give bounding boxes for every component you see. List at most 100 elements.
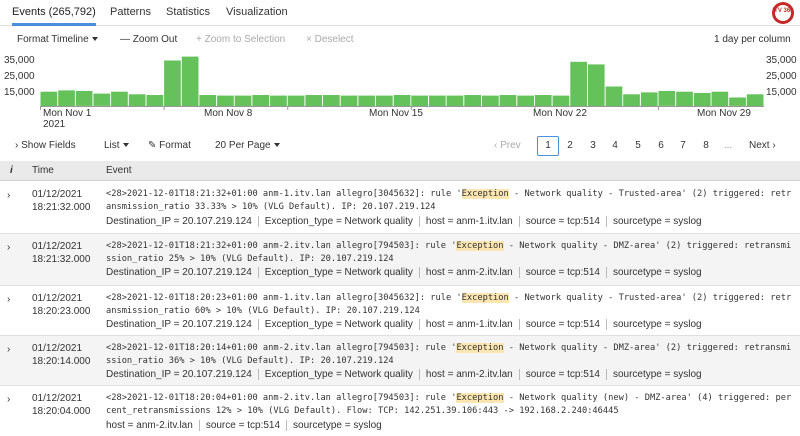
list-dropdown[interactable]: List: [104, 140, 129, 151]
page-button-2[interactable]: 2: [564, 136, 576, 156]
timeline-bar[interactable]: [534, 95, 552, 106]
page-button-1[interactable]: 1: [537, 136, 559, 156]
expand-row-icon[interactable]: ›: [7, 394, 10, 405]
expand-row-icon[interactable]: ›: [7, 294, 10, 305]
page-button-8[interactable]: 8: [700, 136, 712, 156]
highlighted-term[interactable]: Exception: [456, 241, 504, 251]
field-host[interactable]: host = anm-1.itv.lan: [426, 216, 513, 227]
field-source[interactable]: source = tcp:514: [526, 216, 600, 227]
timeline-bar[interactable]: [411, 95, 428, 106]
timeline-bar[interactable]: [658, 91, 676, 106]
highlighted-term[interactable]: Exception: [461, 189, 509, 199]
timeline-bar[interactable]: [164, 60, 181, 107]
timeline-bar[interactable]: [217, 95, 234, 106]
timeline-bar[interactable]: [482, 95, 499, 106]
page-button-5[interactable]: 5: [632, 136, 644, 156]
field-host[interactable]: host = anm-2.itv.lan: [426, 369, 513, 380]
timeline-bar[interactable]: [270, 95, 287, 106]
timeline-bar[interactable]: [746, 94, 764, 106]
timeline-bar[interactable]: [446, 95, 464, 106]
highlighted-term[interactable]: Exception: [461, 293, 509, 303]
per-page-dropdown[interactable]: 20 Per Page: [215, 140, 280, 151]
field-sourcetype[interactable]: sourcetype = syslog: [293, 420, 382, 431]
timeline-bar[interactable]: [75, 91, 93, 106]
field-source[interactable]: source = tcp:514: [526, 319, 600, 330]
zoom-out-button[interactable]: — Zoom Out: [120, 34, 177, 45]
timeline-bar[interactable]: [40, 91, 58, 106]
page-button-3[interactable]: 3: [587, 136, 599, 156]
field-exception-type[interactable]: Exception_type = Network quality: [265, 369, 413, 380]
timeline-bar[interactable]: [623, 94, 640, 106]
timeline-bar[interactable]: [358, 95, 376, 106]
field-exception-type[interactable]: Exception_type = Network quality: [265, 267, 413, 278]
format-timeline-button[interactable]: Format Timeline: [17, 34, 98, 45]
highlighted-term[interactable]: Exception: [456, 393, 504, 403]
tab-events[interactable]: Events (265,792): [12, 6, 96, 26]
time-column-header[interactable]: Time: [32, 165, 54, 176]
field-destination-ip[interactable]: Destination_IP = 20.107.219.124: [106, 267, 252, 278]
field-sourcetype[interactable]: sourcetype = syslog: [613, 216, 702, 227]
timeline-bar[interactable]: [128, 94, 146, 106]
show-fields-button[interactable]: › Show Fields: [15, 140, 76, 151]
timeline-bar[interactable]: [570, 61, 587, 106]
timeline-bar[interactable]: [711, 91, 729, 106]
timeline-bar[interactable]: [252, 95, 270, 106]
timeline-bar[interactable]: [729, 97, 746, 106]
field-destination-ip[interactable]: Destination_IP = 20.107.219.124: [106, 216, 252, 227]
tab-patterns[interactable]: Patterns: [110, 6, 151, 18]
timeline-bar[interactable]: [287, 95, 305, 106]
prev-page-button[interactable]: ‹ Prev: [494, 140, 521, 151]
timeline-bar[interactable]: [58, 90, 75, 106]
field-exception-type[interactable]: Exception_type = Network quality: [265, 319, 413, 330]
field-source[interactable]: source = tcp:514: [526, 267, 600, 278]
next-page-button[interactable]: Next ›: [749, 140, 776, 151]
field-source[interactable]: source = tcp:514: [526, 369, 600, 380]
timeline-bar[interactable]: [693, 93, 711, 106]
deselect-button[interactable]: × Deselect: [306, 34, 354, 45]
timeline-bar[interactable]: [234, 95, 252, 106]
expand-row-icon[interactable]: ›: [7, 190, 10, 201]
timeline-bar[interactable]: [605, 86, 623, 107]
page-button-7[interactable]: 7: [677, 136, 689, 156]
timeline-bar[interactable]: [340, 95, 358, 106]
timeline-bar[interactable]: [305, 95, 323, 106]
timeline-bar[interactable]: [517, 95, 534, 106]
timeline-bar[interactable]: [376, 95, 393, 106]
field-sourcetype[interactable]: sourcetype = syslog: [613, 369, 702, 380]
raw-prefix: <28>2021-12-01T18:21:32+01:00 anm-1.itv.…: [106, 189, 462, 199]
format-button[interactable]: ✎ Format: [148, 140, 191, 151]
expand-row-icon[interactable]: ›: [7, 242, 10, 253]
event-raw-text: <28>2021-12-01T18:21:32+01:00 anm-1.itv.…: [106, 188, 796, 214]
timeline-bar[interactable]: [640, 92, 658, 106]
field-destination-ip[interactable]: Destination_IP = 20.107.219.124: [106, 319, 252, 330]
field-exception-type[interactable]: Exception_type = Network quality: [265, 216, 413, 227]
page-button-4[interactable]: 4: [609, 136, 621, 156]
timeline-bar[interactable]: [429, 95, 446, 106]
page-button-6[interactable]: 6: [655, 136, 667, 156]
timeline-bars[interactable]: [0, 52, 800, 132]
field-sourcetype[interactable]: sourcetype = syslog: [613, 319, 702, 330]
field-source[interactable]: source = tcp:514: [206, 420, 280, 431]
timeline-bar[interactable]: [499, 95, 517, 106]
expand-row-icon[interactable]: ›: [7, 344, 10, 355]
timeline-bar[interactable]: [111, 91, 128, 106]
timeline-bar[interactable]: [676, 91, 693, 106]
timeline-bar[interactable]: [552, 95, 570, 106]
field-sourcetype[interactable]: sourcetype = syslog: [613, 267, 702, 278]
timeline-bar[interactable]: [393, 95, 411, 106]
timeline-bar[interactable]: [93, 93, 111, 106]
field-destination-ip[interactable]: Destination_IP = 20.107.219.124: [106, 369, 252, 380]
timeline-bar[interactable]: [464, 95, 481, 106]
timeline-bar[interactable]: [587, 64, 605, 106]
field-host[interactable]: host = anm-2.itv.lan: [106, 420, 193, 431]
tab-visualization[interactable]: Visualization: [226, 6, 288, 18]
tab-statistics[interactable]: Statistics: [166, 6, 210, 18]
highlighted-term[interactable]: Exception: [456, 343, 504, 353]
timeline-bar[interactable]: [199, 95, 217, 106]
timeline-bar[interactable]: [181, 56, 199, 106]
zoom-to-selection-button[interactable]: + Zoom to Selection: [196, 34, 285, 45]
field-host[interactable]: host = anm-1.itv.lan: [426, 319, 513, 330]
timeline-bar[interactable]: [146, 95, 164, 106]
field-host[interactable]: host = anm-2.itv.lan: [426, 267, 513, 278]
timeline-bar[interactable]: [323, 95, 340, 106]
